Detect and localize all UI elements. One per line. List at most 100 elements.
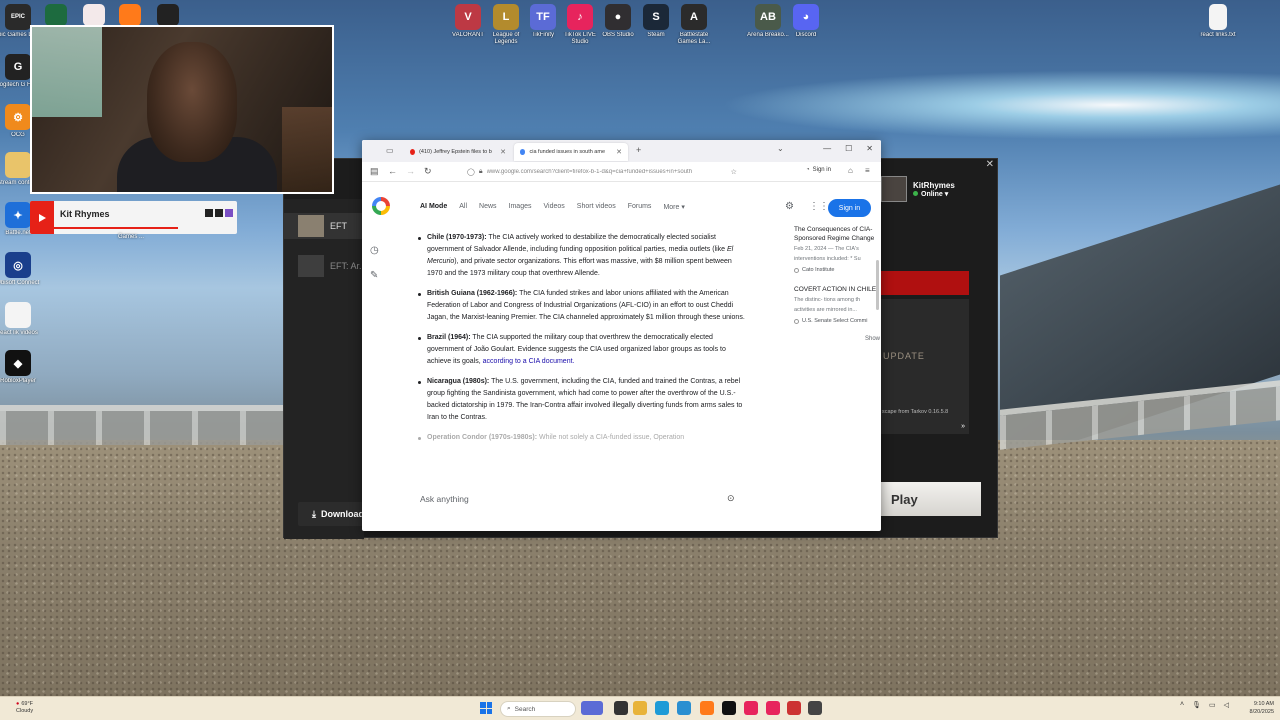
launcher-banner[interactable] — [881, 271, 969, 295]
bullet — [418, 381, 421, 384]
scrollbar[interactable] — [876, 260, 879, 310]
firefox-icon[interactable] — [700, 701, 714, 715]
source-card-source: U.S. Senate Select Commi — [794, 318, 880, 324]
sidebar-toggle-icon[interactable]: ▤ — [370, 166, 379, 177]
bullet — [418, 293, 421, 296]
desktop-shortcut[interactable]: A Battlestate Games La... — [670, 4, 718, 46]
source-name: Cato Institute — [802, 267, 835, 273]
download-icon: ⤓ — [312, 508, 316, 519]
desktop-shortcut[interactable]: react links.txt — [1194, 4, 1242, 39]
search-tab[interactable]: Videos — [544, 203, 565, 211]
google-logo-icon[interactable] — [372, 197, 390, 215]
desktop-shortcut[interactable] — [44, 4, 68, 26]
chevron-down-icon[interactable]: ⌄ — [777, 144, 784, 153]
update-panel[interactable]: UPDATE scape from Tarkov 0.16.5.8 » — [881, 299, 969, 434]
desktop-shortcut[interactable] — [82, 4, 106, 26]
history-icon[interactable]: ◷ — [370, 245, 379, 256]
maximize-icon[interactable]: ☐ — [845, 144, 852, 153]
minimize-icon[interactable]: — — [823, 144, 831, 153]
new-chat-icon[interactable]: ✎ — [370, 270, 379, 281]
game-thumbnail — [298, 255, 324, 277]
clock[interactable]: 9:10 AM 8/20/2025 — [1240, 700, 1274, 716]
file-explorer-icon[interactable] — [633, 701, 647, 715]
show-more-button[interactable]: Show — [794, 336, 880, 342]
tiktok-icon[interactable] — [766, 701, 780, 715]
shortcut-label: Ubisoft Connect — [0, 280, 40, 286]
download-label: Download — [320, 509, 364, 519]
weather-widget[interactable]: ● 69°F Cloudy — [16, 701, 33, 715]
edge-icon[interactable] — [677, 701, 691, 715]
source-card[interactable]: The Consequences of CIA- Sponsored Regime… — [794, 225, 880, 273]
tikfinity-icon[interactable] — [787, 701, 801, 715]
close-tab-icon[interactable]: ✕ — [616, 148, 622, 156]
tikfinity-icon: TF — [530, 4, 556, 30]
ask-anything-input[interactable]: Ask anything ⊙ — [418, 488, 748, 510]
reload-icon[interactable]: ↻ — [424, 166, 432, 177]
desktop-shortcut[interactable]: ◕ Discord — [782, 4, 830, 39]
play-button[interactable]: Play — [881, 482, 981, 516]
back-arrow-icon[interactable]: ← — [388, 166, 397, 176]
desktop-shortcut[interactable] — [156, 4, 180, 26]
task-view-icon[interactable] — [614, 701, 628, 715]
bookmark-star-icon[interactable]: ☆ — [731, 168, 737, 176]
extensions-icon[interactable]: ⌂ — [848, 166, 853, 175]
ubisoft-icon: ◎ — [5, 252, 31, 278]
shortcut-label: Battlestate Games La... — [677, 32, 711, 45]
network-icon[interactable]: ▭ — [1209, 701, 1216, 709]
search-tab[interactable]: Short videos — [577, 203, 616, 211]
launcher-game-eft[interactable]: EFT — [284, 213, 364, 239]
account-sign-in[interactable]: ◔ Sign in — [806, 167, 831, 173]
close-icon[interactable]: ✕ — [866, 144, 873, 153]
desktop-shortcut[interactable]: ◎ Ubisoft Connect — [0, 252, 42, 287]
source-link[interactable]: according to a CIA document. — [483, 358, 575, 365]
camera-lens-icon[interactable]: ⊙ — [727, 493, 735, 504]
status-dropdown[interactable]: Online ▾ — [913, 190, 955, 198]
obs-icon[interactable] — [722, 701, 736, 715]
search-tab[interactable]: Images — [509, 203, 532, 211]
close-tab-icon[interactable]: ✕ — [500, 148, 506, 156]
tab-youtube[interactable]: (410) Jeffrey Epstein files to be ✕ — [404, 143, 512, 161]
source-card[interactable]: COVERT ACTION IN CHILE The distinc- tions… — [794, 285, 880, 324]
search-tab[interactable]: News — [479, 203, 497, 211]
volume-icon[interactable]: ◁ — [1224, 701, 1229, 709]
gear-icon[interactable]: ⚙ — [785, 201, 794, 212]
browser-window[interactable]: ▭ (410) Jeffrey Epstein files to be ✕ ci… — [362, 140, 881, 531]
answer-text: British Guiana (1962-1966): The CIA fund… — [427, 288, 748, 324]
sign-in-button[interactable]: Sign in — [828, 199, 871, 217]
new-tab-icon[interactable]: + — [636, 145, 641, 155]
tiktok-live-icon[interactable] — [744, 701, 758, 715]
tab-list-icon[interactable]: ▭ — [386, 146, 396, 156]
answer-body: While not solely a CIA-funded issue, Ope… — [537, 434, 685, 441]
search-tab[interactable]: More ▾ — [663, 203, 684, 211]
tab-google-search[interactable]: cia funded issues in south ame ✕ — [514, 143, 628, 161]
copilot-icon[interactable] — [655, 701, 669, 715]
menu-icon[interactable]: ≡ — [865, 166, 870, 175]
search-tab[interactable]: AI Mode — [420, 203, 447, 211]
game-label-overlay: Games ... — [118, 234, 145, 240]
launcher-profile[interactable]: KitRhymes Online ▾ — [881, 176, 955, 202]
close-icon[interactable]: ✕ — [986, 159, 994, 170]
widgets-icon[interactable] — [581, 701, 603, 715]
terminal-app-icon — [45, 4, 67, 26]
taskbar-search[interactable]: ⌕ Search — [500, 701, 576, 717]
answer-title: Chile (1970-1973): — [427, 234, 487, 241]
battlestate-icon[interactable] — [808, 701, 822, 715]
date: 8/20/2025 — [1249, 709, 1274, 715]
search-tab[interactable]: Forums — [628, 203, 652, 211]
apps-grid-icon[interactable]: ⋮⋮ — [809, 201, 829, 212]
source-card-source: Cato Institute — [794, 267, 880, 273]
double-chevron-icon[interactable]: » — [961, 423, 965, 430]
desktop-shortcut[interactable]: react lik videos — [0, 302, 42, 337]
windows-start-icon[interactable] — [480, 702, 492, 714]
desktop-shortcut[interactable] — [118, 4, 142, 26]
microphone-icon[interactable]: 🎙︎ — [1192, 701, 1201, 709]
desktop-shortcut[interactable]: ◆ RobloxPlayer — [0, 350, 42, 385]
source-card-title: COVERT ACTION IN CHILE — [794, 286, 877, 293]
url-bar[interactable]: ◯ 🔒︎ www.google.com/search?client=firefo… — [467, 165, 757, 179]
search-tab[interactable]: All — [459, 203, 467, 211]
shortcut-label: RobloxPlayer — [0, 378, 36, 384]
chevron-up-icon[interactable]: ˄ — [1180, 701, 1184, 709]
answer-title: Operation Condor (1970s-1980s): — [427, 434, 538, 441]
guard-rail-left — [0, 405, 300, 445]
forward-arrow-icon[interactable]: → — [406, 166, 415, 176]
